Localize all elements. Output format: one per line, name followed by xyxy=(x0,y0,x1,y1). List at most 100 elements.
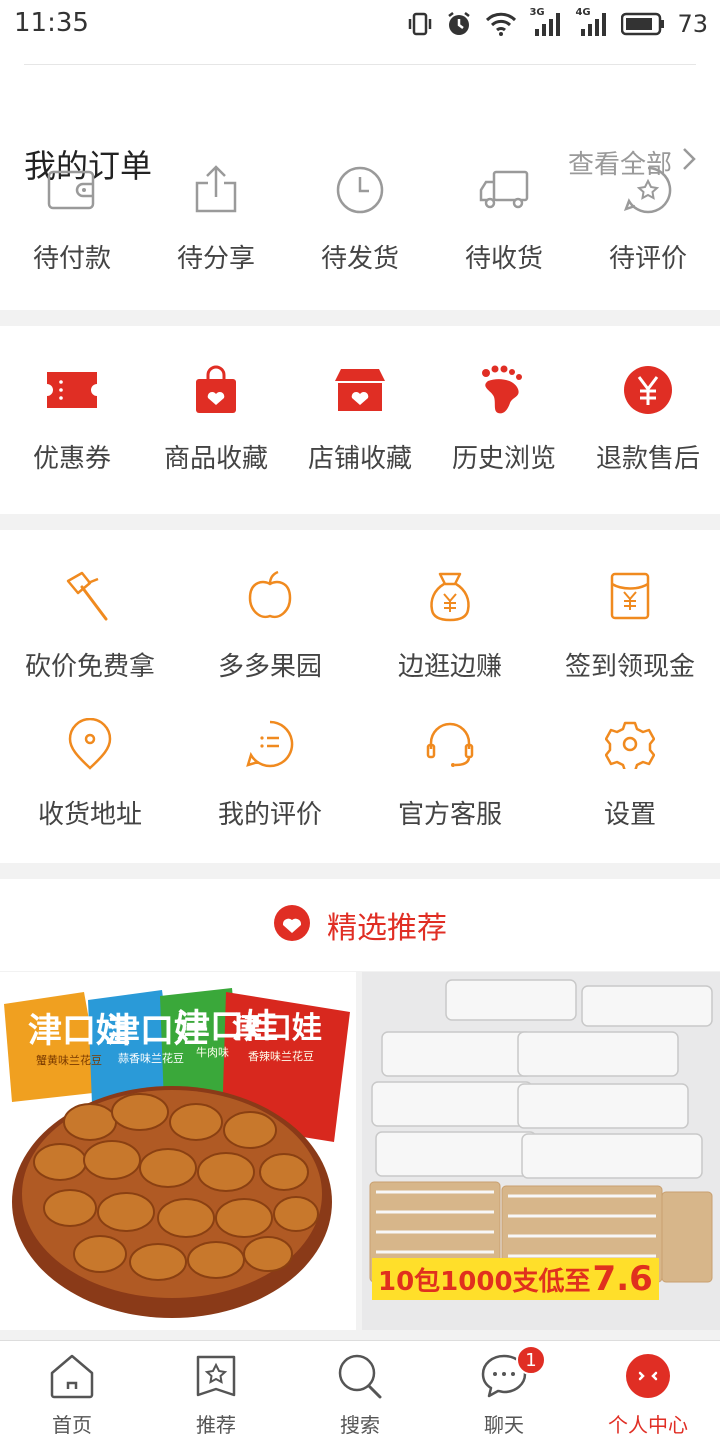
product-grid: 津口娃 津口娃 津口娃 津口娃 蟹黄味兰花豆 蒜香味兰花豆 牛肉味 香辣味兰花豆 xyxy=(0,972,720,1340)
order-pending-payment[interactable]: 待付款 xyxy=(0,162,144,275)
nav-profile[interactable]: 个人中心 xyxy=(576,1341,720,1440)
order-status-label: 待付款 xyxy=(32,244,111,274)
order-status-label: 待评价 xyxy=(608,244,687,274)
product-image-broad-beans: 津口娃 津口娃 津口娃 津口娃 蟹黄味兰花豆 蒜香味兰花豆 牛肉味 香辣味兰花豆 xyxy=(0,972,356,1330)
wifi-icon xyxy=(485,11,517,37)
favorites-section: 优惠券 商品收藏 店铺收藏 历史浏览 退款售后 xyxy=(0,326,720,514)
favorites-row: 优惠券 商品收藏 店铺收藏 历史浏览 退款售后 xyxy=(0,362,720,475)
order-status-row: 待付款 待分享 待发货 待收货 待评价 xyxy=(0,162,720,275)
customer-service-button[interactable]: 官方客服 xyxy=(360,716,540,831)
axe-icon xyxy=(64,569,116,627)
nav-label: 首页 xyxy=(52,1413,92,1437)
status-bar: 11:35 3G 4G 73 xyxy=(0,0,720,48)
location-icon xyxy=(67,717,113,774)
my-reviews-button[interactable]: 我的评价 xyxy=(180,716,360,831)
nav-label: 聊天 xyxy=(484,1413,524,1437)
wallet-icon xyxy=(46,168,98,216)
store-favorites-button[interactable]: 店铺收藏 xyxy=(288,362,432,475)
pack-flavor-text: 牛肉味 xyxy=(196,1045,229,1059)
signal-3g-icon: 3G xyxy=(529,7,563,37)
tool-label: 边逛边赚 xyxy=(397,652,502,682)
yuan-icon xyxy=(623,365,673,419)
favorite-label: 历史浏览 xyxy=(451,444,556,474)
vibrate-icon xyxy=(407,11,433,37)
favorite-label: 店铺收藏 xyxy=(307,444,412,474)
search-icon xyxy=(336,1353,384,1403)
battery-level: 73 xyxy=(677,10,708,38)
truck-icon xyxy=(478,168,530,216)
favorite-label: 优惠券 xyxy=(32,444,111,474)
review-star-icon xyxy=(623,165,673,219)
favorite-label: 退款售后 xyxy=(595,444,700,474)
nav-chat[interactable]: 1 聊天 xyxy=(432,1341,576,1440)
product-card[interactable]: 津口娃 津口娃 津口娃 津口娃 蟹黄味兰花豆 蒜香味兰花豆 牛肉味 香辣味兰花豆 xyxy=(0,972,356,1330)
promo-price: 7.6 xyxy=(592,1259,653,1299)
alarm-icon xyxy=(445,10,473,38)
duoduo-orchard-button[interactable]: 多多果园 xyxy=(180,568,360,683)
pack-flavor-text: 香辣味兰花豆 xyxy=(248,1049,314,1063)
heart-badge-icon xyxy=(273,904,311,946)
home-icon xyxy=(48,1353,96,1403)
order-status-label: 待分享 xyxy=(176,244,255,274)
order-status-label: 待发货 xyxy=(320,244,399,274)
money-bag-icon xyxy=(428,570,472,626)
promo-text: 10包1000支低至 xyxy=(378,1266,591,1297)
coupon-icon xyxy=(47,372,97,412)
browse-earn-button[interactable]: 边逛边赚 xyxy=(360,568,540,683)
tool-label: 收货地址 xyxy=(37,800,142,830)
tools-row-2: 收货地址 我的评价 官方客服 设置 xyxy=(0,716,720,831)
browsing-history-button[interactable]: 历史浏览 xyxy=(432,362,576,475)
coupons-button[interactable]: 优惠券 xyxy=(0,362,144,475)
refund-aftersales-button[interactable]: 退款售后 xyxy=(576,362,720,475)
order-status-label: 待收货 xyxy=(464,244,543,274)
unread-badge: 1 xyxy=(516,1345,546,1375)
signal-4g-icon: 4G xyxy=(575,7,609,37)
pack-flavor-text: 蟹黄味兰花豆 xyxy=(36,1053,102,1067)
settings-button[interactable]: 设置 xyxy=(540,716,720,831)
tool-label: 官方客服 xyxy=(397,800,502,830)
bargain-free-button[interactable]: 砍价免费拿 xyxy=(0,568,180,683)
tool-label: 砍价免费拿 xyxy=(24,652,155,682)
nav-label: 个人中心 xyxy=(608,1413,688,1437)
settings-gear-icon xyxy=(604,719,656,773)
my-orders-section: 我的订单 查看全部 待付款 待分享 待发货 待收货 待评价 xyxy=(0,48,720,310)
product-favorites-button[interactable]: 商品收藏 xyxy=(144,362,288,475)
tool-label: 签到领现金 xyxy=(564,652,695,682)
tools-row-1: 砍价免费拿 多多果园 边逛边赚 签到领现金 xyxy=(0,568,720,683)
red-envelope-icon xyxy=(610,572,650,624)
clock-icon xyxy=(335,165,385,219)
profile-icon xyxy=(625,1353,671,1403)
order-pending-review[interactable]: 待评价 xyxy=(576,162,720,275)
order-pending-shipment[interactable]: 待发货 xyxy=(288,162,432,275)
tool-label: 多多果园 xyxy=(217,652,322,682)
share-icon xyxy=(192,165,240,219)
bag-heart-icon xyxy=(194,365,238,419)
nav-home[interactable]: 首页 xyxy=(0,1341,144,1440)
pack-brand-text: 津口娃 xyxy=(232,1011,322,1046)
recommend-star-icon xyxy=(194,1353,238,1403)
nav-label: 搜索 xyxy=(340,1413,380,1437)
shipping-address-button[interactable]: 收货地址 xyxy=(0,716,180,831)
status-icons: 3G 4G 73 xyxy=(407,7,708,40)
nav-search[interactable]: 搜索 xyxy=(288,1341,432,1440)
tool-label: 设置 xyxy=(603,800,656,830)
recommend-header: 精选推荐 xyxy=(0,879,720,971)
pack-flavor-text: 蒜香味兰花豆 xyxy=(118,1052,184,1065)
apple-icon xyxy=(246,570,294,626)
recommend-title: 精选推荐 xyxy=(327,911,447,946)
tool-label: 我的评价 xyxy=(217,800,322,830)
nav-recommend[interactable]: 推荐 xyxy=(144,1341,288,1440)
status-time: 11:35 xyxy=(14,8,89,38)
order-pending-receipt[interactable]: 待收货 xyxy=(432,162,576,275)
store-heart-icon xyxy=(335,367,385,417)
order-pending-share[interactable]: 待分享 xyxy=(144,162,288,275)
comment-list-icon xyxy=(245,719,295,773)
headset-icon xyxy=(425,719,475,773)
promo-banner: 10包1000支低至 7.6 xyxy=(372,1258,659,1300)
footprint-icon xyxy=(480,365,528,419)
checkin-cash-button[interactable]: 签到领现金 xyxy=(540,568,720,683)
tools-section: 砍价免费拿 多多果园 边逛边赚 签到领现金 收货地址 我的评价 官方客服 设置 xyxy=(0,530,720,863)
favorite-label: 商品收藏 xyxy=(163,444,268,474)
product-card[interactable]: 10包1000支低至 7.6 xyxy=(362,972,720,1330)
bottom-navigation: 首页 推荐 搜索 1 聊天 个人中心 xyxy=(0,1340,720,1440)
